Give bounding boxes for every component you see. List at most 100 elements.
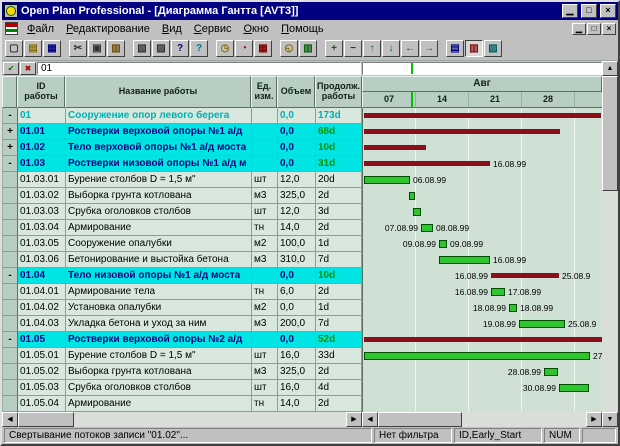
print-preview-button[interactable]: ▨ — [152, 40, 170, 57]
task-bar[interactable] — [413, 208, 421, 216]
cell-id[interactable]: 01.03.03 — [18, 204, 66, 220]
cell-duration[interactable]: 68d — [316, 124, 362, 140]
cell-name[interactable]: Армирование тела — [66, 284, 252, 300]
table-row-01.03.05[interactable]: 01.03.05Сооружение опалубким2100,01d — [3, 236, 362, 252]
table-row-01.05.04[interactable]: 01.05.04Армированиетн14,02d — [3, 396, 362, 412]
cell-name[interactable]: Укладка бетона и уход за ним — [66, 316, 252, 332]
mdi-close-button[interactable]: × — [602, 23, 616, 35]
gantt-scroll-left-button[interactable]: ◀ — [362, 412, 378, 427]
cell-name[interactable]: Армирование — [66, 220, 252, 236]
cell-volume[interactable]: 0,0 — [278, 156, 316, 172]
cell-volume[interactable]: 0,0 — [278, 140, 316, 156]
gantt-hscroll-track[interactable] — [378, 412, 586, 427]
cell-id[interactable]: 01.03.02 — [18, 188, 66, 204]
cancel-button[interactable]: ✖ — [20, 62, 36, 75]
cell-volume[interactable]: 0,0 — [278, 300, 316, 316]
cell-id[interactable]: 01.03.06 — [18, 252, 66, 268]
cell-volume[interactable]: 325,0 — [278, 364, 316, 380]
cell-id[interactable]: 01.03.05 — [18, 236, 66, 252]
save-button[interactable]: ▦ — [43, 40, 61, 57]
network-view-button[interactable]: ▧ — [484, 40, 502, 57]
clock-button[interactable]: ◵ — [280, 40, 298, 57]
cell-id[interactable]: 01.01 — [18, 124, 66, 140]
new-button[interactable]: ▢ — [5, 40, 23, 57]
cell-volume[interactable]: 14,0 — [278, 220, 316, 236]
cell-volume[interactable]: 6,0 — [278, 284, 316, 300]
summary-bar[interactable] — [364, 145, 426, 150]
cell-volume[interactable]: 0,0 — [278, 332, 316, 348]
cell-id[interactable]: 01.04.02 — [18, 300, 66, 316]
vscroll-thumb[interactable] — [602, 76, 618, 191]
cell-unit[interactable]: м3 — [252, 252, 278, 268]
gantt-hscrollbar[interactable]: ◀ ▶ — [362, 412, 602, 427]
cell-duration[interactable]: 2d — [316, 188, 362, 204]
task-bar[interactable] — [364, 176, 410, 184]
cell-duration[interactable]: 4d — [316, 380, 362, 396]
table-hscrollbar[interactable]: ◀ ▶ — [2, 412, 362, 427]
spreadsheet-view-button[interactable]: ▤ — [446, 40, 464, 57]
table-hscroll-track[interactable] — [18, 412, 346, 427]
table-row-01.03.03[interactable]: 01.03.03Срубка оголовков столбовшт12,03d — [3, 204, 362, 220]
table-row-01.05.03[interactable]: 01.05.03Срубка оголовков столбовшт16,04d — [3, 380, 362, 396]
cell-id[interactable]: 01.04 — [18, 268, 66, 284]
mdi-minimize-button[interactable]: ▁ — [572, 23, 586, 35]
calendar-button[interactable]: ▦ — [254, 40, 272, 57]
cell-unit[interactable] — [252, 156, 278, 172]
cell-duration[interactable]: 2d — [316, 364, 362, 380]
cell-volume[interactable]: 200,0 — [278, 316, 316, 332]
cell-name[interactable]: Тело низовой опоры №1 а/д моста — [66, 268, 252, 284]
summary-bar[interactable] — [364, 337, 602, 342]
table-row-01.04.03[interactable]: 01.04.03Укладка бетона и уход за нимм320… — [3, 316, 362, 332]
cell-unit[interactable]: м2 — [252, 236, 278, 252]
cell-duration[interactable]: 20d — [316, 172, 362, 188]
summary-bar[interactable] — [364, 161, 490, 166]
task-bar[interactable] — [439, 240, 447, 248]
scroll-left-button[interactable]: ◀ — [2, 412, 18, 427]
minimize-button[interactable]: ▁ — [562, 4, 578, 18]
table-row-01.05.02[interactable]: 01.05.02Выборка грунта котлованам3325,02… — [3, 364, 362, 380]
cell-name[interactable]: Ростверки верховой опоры №2 а/д — [66, 332, 252, 348]
cell-unit[interactable]: м3 — [252, 188, 278, 204]
scroll-right-button[interactable]: ▶ — [346, 412, 362, 427]
cell-id[interactable]: 01.02 — [18, 140, 66, 156]
header-id[interactable]: ID работы — [17, 76, 65, 108]
menu-item-file[interactable]: Файл — [21, 22, 60, 36]
cell-name[interactable]: Бетонирование и выстойка бетона — [66, 252, 252, 268]
cell-unit[interactable] — [252, 108, 278, 124]
cell-unit[interactable] — [252, 268, 278, 284]
cell-duration[interactable]: 2d — [316, 220, 362, 236]
table-row-01.01[interactable]: +01.01Ростверки верховой опоры №1 а/д0,0… — [3, 124, 362, 140]
app-icon[interactable] — [4, 4, 18, 18]
vscroll-track[interactable] — [602, 76, 618, 412]
cell-name[interactable]: Бурение столбов D = 1,5 м" — [66, 172, 252, 188]
paste-button[interactable]: ▥ — [107, 40, 125, 57]
cell-id[interactable]: 01.05 — [18, 332, 66, 348]
table-row-01.03.04[interactable]: 01.03.04Армированиетн14,02d — [3, 220, 362, 236]
gantt-scroll-right-button[interactable]: ▶ — [586, 412, 602, 427]
cell-name[interactable]: Выборка грунта котлована — [66, 364, 252, 380]
cell-duration[interactable]: 2d — [316, 284, 362, 300]
cell-duration[interactable]: 7d — [316, 252, 362, 268]
menu-item-help[interactable]: Помощь — [275, 22, 330, 36]
cell-name[interactable]: Выборка грунта котлована — [66, 188, 252, 204]
cell-volume[interactable]: 12,0 — [278, 172, 316, 188]
expand-toggle[interactable]: - — [3, 156, 18, 172]
cell-duration[interactable]: 1d — [316, 236, 362, 252]
cell-name[interactable]: Бурение столбов D = 1,5 м" — [66, 348, 252, 364]
table-row-01.03.01[interactable]: 01.03.01Бурение столбов D = 1,5 м"шт12,0… — [3, 172, 362, 188]
barchart-view-button[interactable]: ▥ — [465, 40, 483, 57]
expand-toggle[interactable]: + — [3, 124, 18, 140]
mdi-restore-button[interactable]: □ — [587, 23, 601, 35]
menu-item-service[interactable]: Сервис — [188, 22, 238, 36]
cell-unit[interactable]: шт — [252, 172, 278, 188]
cell-unit[interactable]: шт — [252, 204, 278, 220]
cell-name[interactable]: Ростверки низовой опоры №1 а/д м — [66, 156, 252, 172]
cell-volume[interactable]: 0,0 — [278, 108, 316, 124]
cell-duration[interactable]: 10d — [316, 140, 362, 156]
expand-toggle[interactable]: + — [3, 140, 18, 156]
outdent-button[interactable]: ← — [401, 40, 419, 57]
cell-id[interactable]: 01.05.02 — [18, 364, 66, 380]
child-window-icon[interactable] — [5, 22, 18, 35]
cell-name[interactable]: Сооружение опалубки — [66, 236, 252, 252]
cell-volume[interactable]: 12,0 — [278, 204, 316, 220]
